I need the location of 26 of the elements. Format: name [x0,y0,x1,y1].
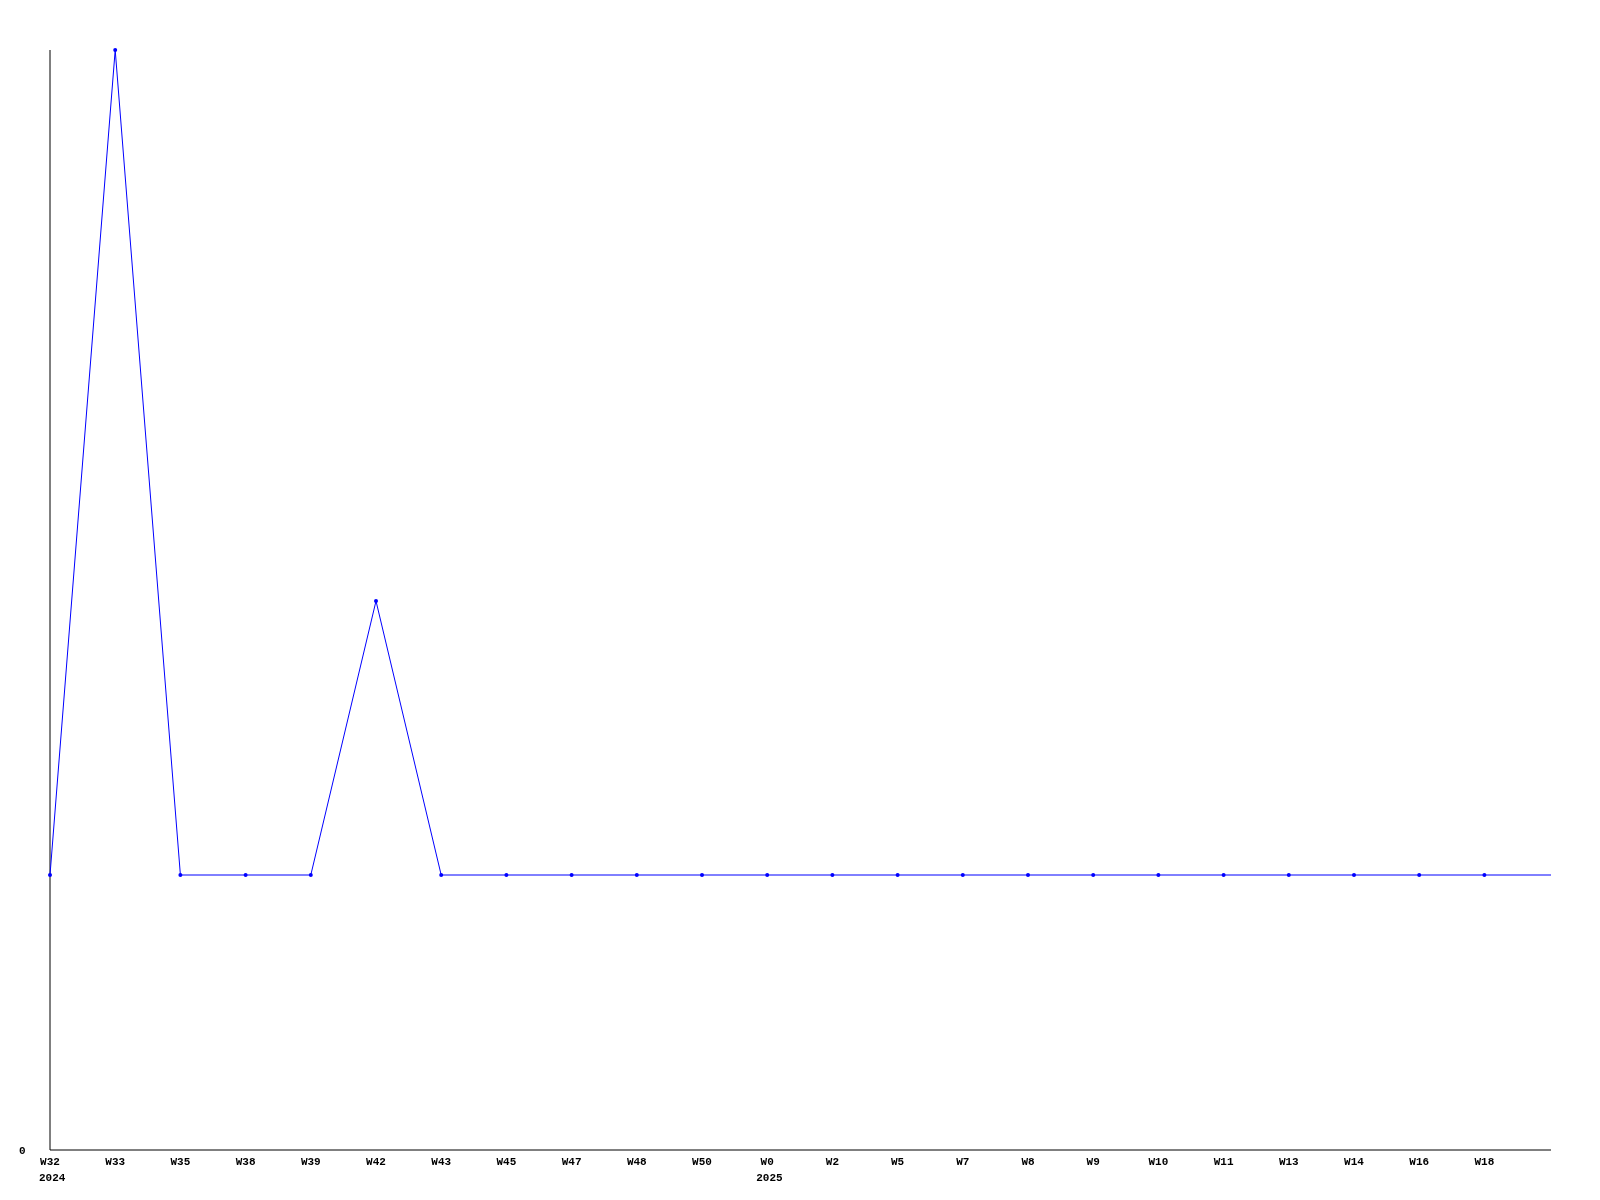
x-tick-label: W50 [692,1156,712,1168]
x-tick-label: W2 [825,1156,839,1168]
x-tick-label: W11 [1213,1156,1234,1168]
x-tick-label: W39 [300,1156,321,1168]
x-tick-label: W9 [1086,1156,1100,1168]
x-tick-label: W42 [366,1156,386,1168]
x-tick-label: W45 [496,1156,517,1168]
x-tick-label: W47 [561,1156,582,1168]
year-label: 2024 [39,1172,66,1184]
y-tick-label: 0 [19,1145,26,1157]
year-label: 2025 [756,1172,783,1184]
x-tick-label: W43 [431,1156,452,1168]
x-tick-label: W33 [105,1156,126,1168]
x-tick-label: W14 [1344,1156,1364,1168]
x-tick-label: W5 [891,1156,905,1168]
x-tick-label: W35 [170,1156,191,1168]
x-tick-label: W10 [1148,1156,1169,1168]
x-tick-label: W7 [956,1156,970,1168]
x-tick-label: W32 [40,1156,60,1168]
x-tick-label: W8 [1021,1156,1035,1168]
x-tick-label: W13 [1278,1156,1299,1168]
x-tick-label: W0 [760,1156,774,1168]
x-tick-label: W38 [235,1156,256,1168]
x-tick-label: W48 [626,1156,647,1168]
x-tick-label: W18 [1474,1156,1495,1168]
x-tick-label: W16 [1409,1156,1430,1168]
